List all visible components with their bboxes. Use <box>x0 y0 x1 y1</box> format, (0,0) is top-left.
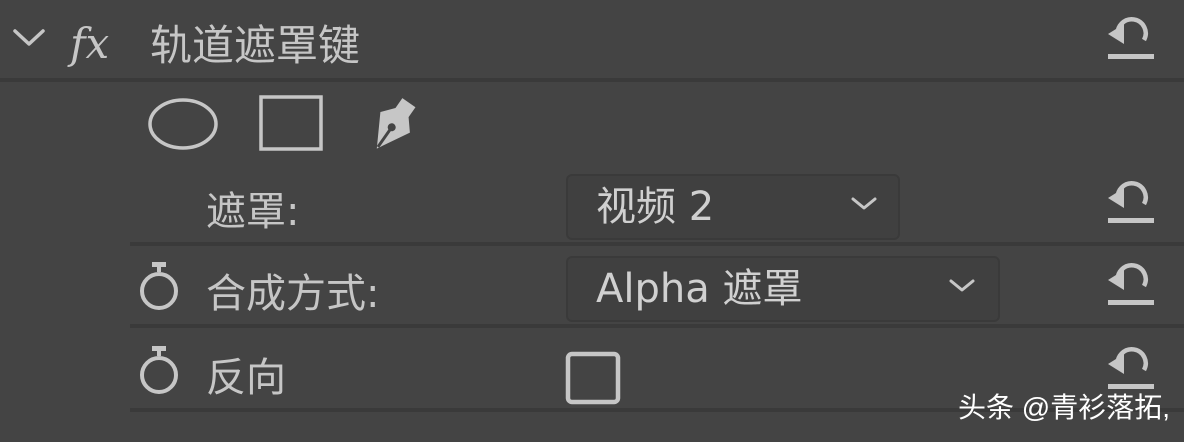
pen-mask-icon[interactable] <box>358 92 430 156</box>
stopwatch-icon[interactable] <box>136 260 182 312</box>
rectangle-mask-icon[interactable] <box>258 94 324 152</box>
stopwatch-icon[interactable] <box>136 344 182 396</box>
separator <box>130 324 1184 328</box>
mask-label: 遮罩: <box>206 189 300 235</box>
reset-icon[interactable] <box>1104 260 1158 308</box>
collapse-chevron-icon[interactable] <box>12 28 46 48</box>
separator <box>130 242 1184 246</box>
reset-icon[interactable] <box>1104 178 1158 226</box>
reset-icon[interactable] <box>1104 14 1158 62</box>
composite-label: 合成方式: <box>206 271 380 317</box>
effect-title: 轨道遮罩键 <box>150 21 361 70</box>
separator <box>0 78 1184 82</box>
reverse-checkbox[interactable] <box>564 350 622 406</box>
mask-value: 视频 2 <box>596 184 715 230</box>
watermark: 头条 @青衫落拓, <box>958 392 1170 423</box>
fx-badge[interactable]: fx <box>70 20 109 68</box>
reverse-label: 反向 <box>206 355 286 401</box>
composite-dropdown[interactable]: Alpha 遮罩 <box>566 256 1000 322</box>
chevron-down-icon <box>948 278 976 294</box>
ellipse-mask-icon[interactable] <box>146 96 220 152</box>
mask-dropdown[interactable]: 视频 2 <box>566 174 900 240</box>
reset-icon[interactable] <box>1104 344 1158 392</box>
composite-value: Alpha 遮罩 <box>596 266 803 312</box>
chevron-down-icon <box>850 196 878 212</box>
